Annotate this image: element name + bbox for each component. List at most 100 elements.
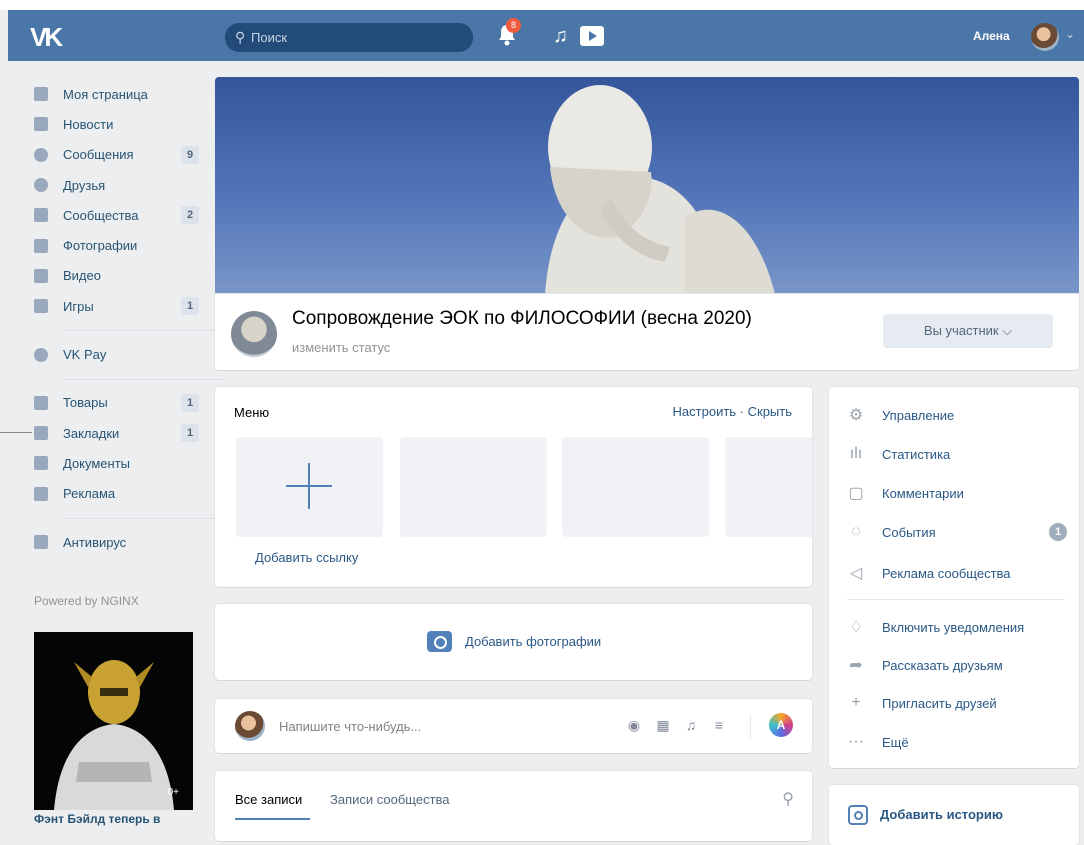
author-avatar-icon[interactable]: A xyxy=(769,713,793,737)
communities-icon xyxy=(34,208,48,223)
user-name[interactable]: Алена xyxy=(973,29,1010,43)
statistics-link[interactable]: ılı Статистика xyxy=(847,444,1067,464)
side-label: Ещё xyxy=(882,734,909,750)
nav-label: Антивирус xyxy=(63,534,127,550)
stats-icon: ılı xyxy=(849,445,863,462)
ads-icon xyxy=(34,486,48,501)
nav-label: Друзья xyxy=(63,177,106,193)
wall-card: Все записи Записи сообщества ⚲ xyxy=(215,771,812,841)
events-count: 1 xyxy=(1049,523,1067,541)
user-avatar[interactable] xyxy=(1031,23,1059,51)
gear-icon: ⚙ xyxy=(848,407,864,424)
nav-count: 1 xyxy=(181,297,199,316)
friends-icon xyxy=(34,178,48,193)
nav-divider xyxy=(64,378,224,380)
nav-vkpay[interactable]: VK Pay xyxy=(34,339,199,369)
nav-antivirus[interactable]: Антивирус xyxy=(34,527,199,557)
nav-bookmarks[interactable]: Закладки 1 xyxy=(34,418,199,448)
edge-line xyxy=(0,432,32,433)
nav-video[interactable]: Видео xyxy=(34,261,199,291)
promo-image[interactable]: 0+ xyxy=(34,632,193,810)
search-input[interactable]: ⚲ Поиск xyxy=(225,23,473,52)
video-icon xyxy=(34,268,48,283)
tab-all-posts[interactable]: Все записи xyxy=(235,792,302,807)
nav-my-page[interactable]: Моя страница xyxy=(34,79,199,109)
nav-label: Сообщества xyxy=(63,207,139,223)
text-format-icon[interactable]: ≡ xyxy=(711,717,727,733)
nav-market[interactable]: Товары 1 xyxy=(34,388,199,418)
search-placeholder: Поиск xyxy=(251,30,288,45)
nav-photos[interactable]: Фотографии xyxy=(34,230,199,260)
left-navigation: Моя страница Новости Сообщения 9 Друзья С… xyxy=(34,79,224,557)
post-input[interactable]: Напишите что-нибудь... xyxy=(279,719,421,734)
nav-divider xyxy=(64,330,224,332)
menu-tile-placeholder xyxy=(725,437,812,537)
community-avatar[interactable] xyxy=(231,311,277,357)
menu-actions-link[interactable]: Настроить · Скрыть xyxy=(673,404,792,419)
news-icon xyxy=(34,117,48,132)
tab-community-posts[interactable]: Записи сообщества xyxy=(330,792,450,807)
nav-label: VK Pay xyxy=(63,347,107,363)
nav-label: Закладки xyxy=(63,425,120,441)
community-actions-card: ⚙ Управление ılı Статистика ▢ Комментарии ◌… xyxy=(829,387,1079,768)
nav-count: 9 xyxy=(181,145,199,164)
menu-tile-placeholder xyxy=(400,437,547,537)
community-ads-link[interactable]: ◁ Реклама сообщества xyxy=(847,563,1067,583)
home-icon xyxy=(34,87,48,102)
nav-news[interactable]: Новости xyxy=(34,109,199,139)
tell-friends-link[interactable]: ➦ Рассказать друзьям xyxy=(847,655,1067,675)
nav-documents[interactable]: Документы xyxy=(34,448,199,478)
instagram-camera-icon xyxy=(848,805,868,825)
side-label: Включить уведомления xyxy=(882,619,1025,635)
music-icon[interactable]: ♫ xyxy=(683,717,699,733)
age-rating: 0+ xyxy=(167,787,179,798)
nav-communities[interactable]: Сообщества 2 xyxy=(34,200,199,230)
search-icon[interactable]: ⚲ xyxy=(782,789,794,809)
music-icon[interactable]: ♫ xyxy=(553,25,568,48)
notifications-button[interactable]: 8 xyxy=(495,18,521,48)
nav-label: Сообщения xyxy=(63,147,134,163)
side-label: Статистика xyxy=(882,446,951,462)
more-link[interactable]: ··· Ещё xyxy=(847,732,1067,752)
add-story-card[interactable]: Добавить историю xyxy=(829,785,1079,845)
search-icon: ⚲ xyxy=(235,29,246,45)
nav-label: Фотографии xyxy=(63,238,138,254)
menu-card: Меню Настроить · Скрыть Добавить ссылку xyxy=(215,387,812,587)
community-header: Сопровождение ЭОК по ФИЛОСОФИИ (весна 20… xyxy=(215,294,1079,370)
comments-link[interactable]: ▢ Комментарии xyxy=(847,483,1067,503)
antivirus-icon xyxy=(34,535,48,549)
nav-label: Товары xyxy=(63,395,108,411)
add-photos-card[interactable]: Добавить фотографии xyxy=(215,604,812,680)
invite-friends-link[interactable]: + Пригласить друзей xyxy=(847,693,1067,713)
video-icon[interactable]: ▦ xyxy=(655,717,671,733)
nav-divider xyxy=(64,517,224,519)
active-tab-underline xyxy=(235,818,310,820)
nav-messages[interactable]: Сообщения 9 xyxy=(34,140,199,170)
video-play-icon[interactable] xyxy=(580,26,604,46)
bookmarks-icon xyxy=(34,426,48,441)
member-button[interactable]: Вы участник ⌵ xyxy=(883,314,1053,348)
post-composer: Напишите что-нибудь... ◉ ▦ ♫ ≡ A xyxy=(215,699,812,753)
vk-logo[interactable]: VK xyxy=(30,22,63,53)
add-link-tile[interactable] xyxy=(236,437,383,537)
comment-icon: ▢ xyxy=(848,485,864,502)
nav-friends[interactable]: Друзья xyxy=(34,170,199,200)
nav-label: Видео xyxy=(63,268,101,284)
notifications-badge: 8 xyxy=(506,18,521,33)
nav-games[interactable]: Игры 1 xyxy=(34,291,199,321)
nav-count: 2 xyxy=(181,206,199,225)
top-strip xyxy=(0,0,1084,10)
manage-link[interactable]: ⚙ Управление xyxy=(847,405,1067,425)
invite-icon: + xyxy=(851,694,861,711)
enable-notifications-link[interactable]: ♢ Включить уведомления xyxy=(847,617,1067,637)
chevron-down-icon[interactable]: ⌄ xyxy=(1065,27,1075,41)
edit-status-link[interactable]: изменить статус xyxy=(292,340,390,355)
add-link-label[interactable]: Добавить ссылку xyxy=(255,550,358,565)
promo-caption[interactable]: Фэнт Бэйлд теперь в xyxy=(34,812,160,826)
camera-icon[interactable]: ◉ xyxy=(626,717,642,733)
nav-ads[interactable]: Реклама xyxy=(34,479,199,509)
events-link[interactable]: ◌ События 1 xyxy=(847,522,1067,542)
add-story-label: Добавить историю xyxy=(880,807,1003,822)
promo-figure xyxy=(54,660,174,810)
more-icon: ··· xyxy=(848,733,864,750)
